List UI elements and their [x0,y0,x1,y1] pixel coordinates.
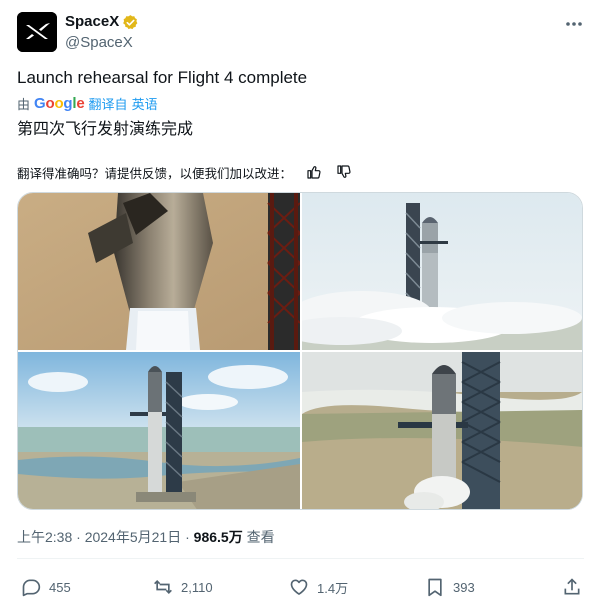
media-image-3[interactable] [18,352,300,509]
author-name[interactable]: SpaceX [65,13,139,31]
starship-aerial-coast-image [18,352,300,509]
meta-separator-2: · [185,529,190,545]
media-grid [17,192,583,510]
repost-button[interactable]: 2,110 [153,575,213,599]
translation-feedback: 翻译得准确吗？请提供反馈，以便我们加以改进： [17,162,352,182]
views-label: 查看 [246,529,275,545]
meta-separator: · [76,529,81,545]
media-image-4[interactable] [302,352,582,509]
media-image-1[interactable] [18,193,300,350]
google-logo: Google [34,94,85,112]
verified-badge-icon [123,14,138,29]
reply-icon [22,579,41,597]
thumbs-up-icon[interactable] [306,164,322,180]
author-handle[interactable]: @SpaceX [65,33,139,53]
tweet-header: SpaceX @SpaceX [17,12,584,54]
translated-text: 第四次飞行发射演练完成 [17,119,194,138]
thumbs-down-icon[interactable] [336,164,352,180]
like-button[interactable]: 1.4万 [289,575,348,599]
starship-on-pad-steam-image [302,193,582,350]
repost-icon [154,579,172,595]
share-icon [564,578,580,595]
bookmark-count: 393 [453,579,475,595]
share-button[interactable] [562,575,582,599]
spacex-x-logo-icon [17,12,57,52]
tweet-date[interactable]: 2024年5月21日 [85,529,182,545]
author-display-name[interactable]: SpaceX [65,13,119,31]
view-count: 986.5万 [193,529,243,545]
translated-by-prefix: 由 [17,97,31,113]
starship-closeup-image [18,193,300,350]
like-count: 1.4万 [317,580,349,596]
bookmark-icon [428,578,442,597]
tweet-meta: 上午2:38 · 2024年5月21日 · 986.5万 查看 [17,527,275,547]
tweet-text: Launch rehearsal for Flight 4 complete [17,68,308,87]
avatar[interactable] [17,12,57,52]
repost-count: 2,110 [181,579,213,595]
translated-from-link[interactable]: 翻译自 英语 [89,94,158,113]
bookmark-button[interactable]: 393 [425,575,475,599]
reply-count: 455 [49,579,71,595]
starship-tower-aerial-image [302,352,582,509]
media-image-2[interactable] [302,193,582,350]
translation-attribution: 由 Google 翻译自 英语 [17,93,158,113]
divider [17,558,584,559]
more-options-icon[interactable] [564,16,584,30]
tweet-time[interactable]: 上午2:38 [17,529,72,545]
reply-button[interactable]: 455 [21,575,71,599]
feedback-prompt: 翻译得准确吗？请提供反馈，以便我们加以改进： [17,165,293,181]
heart-icon [290,579,308,595]
tweet-actions: 455 2,110 1.4万 393 [17,575,584,599]
